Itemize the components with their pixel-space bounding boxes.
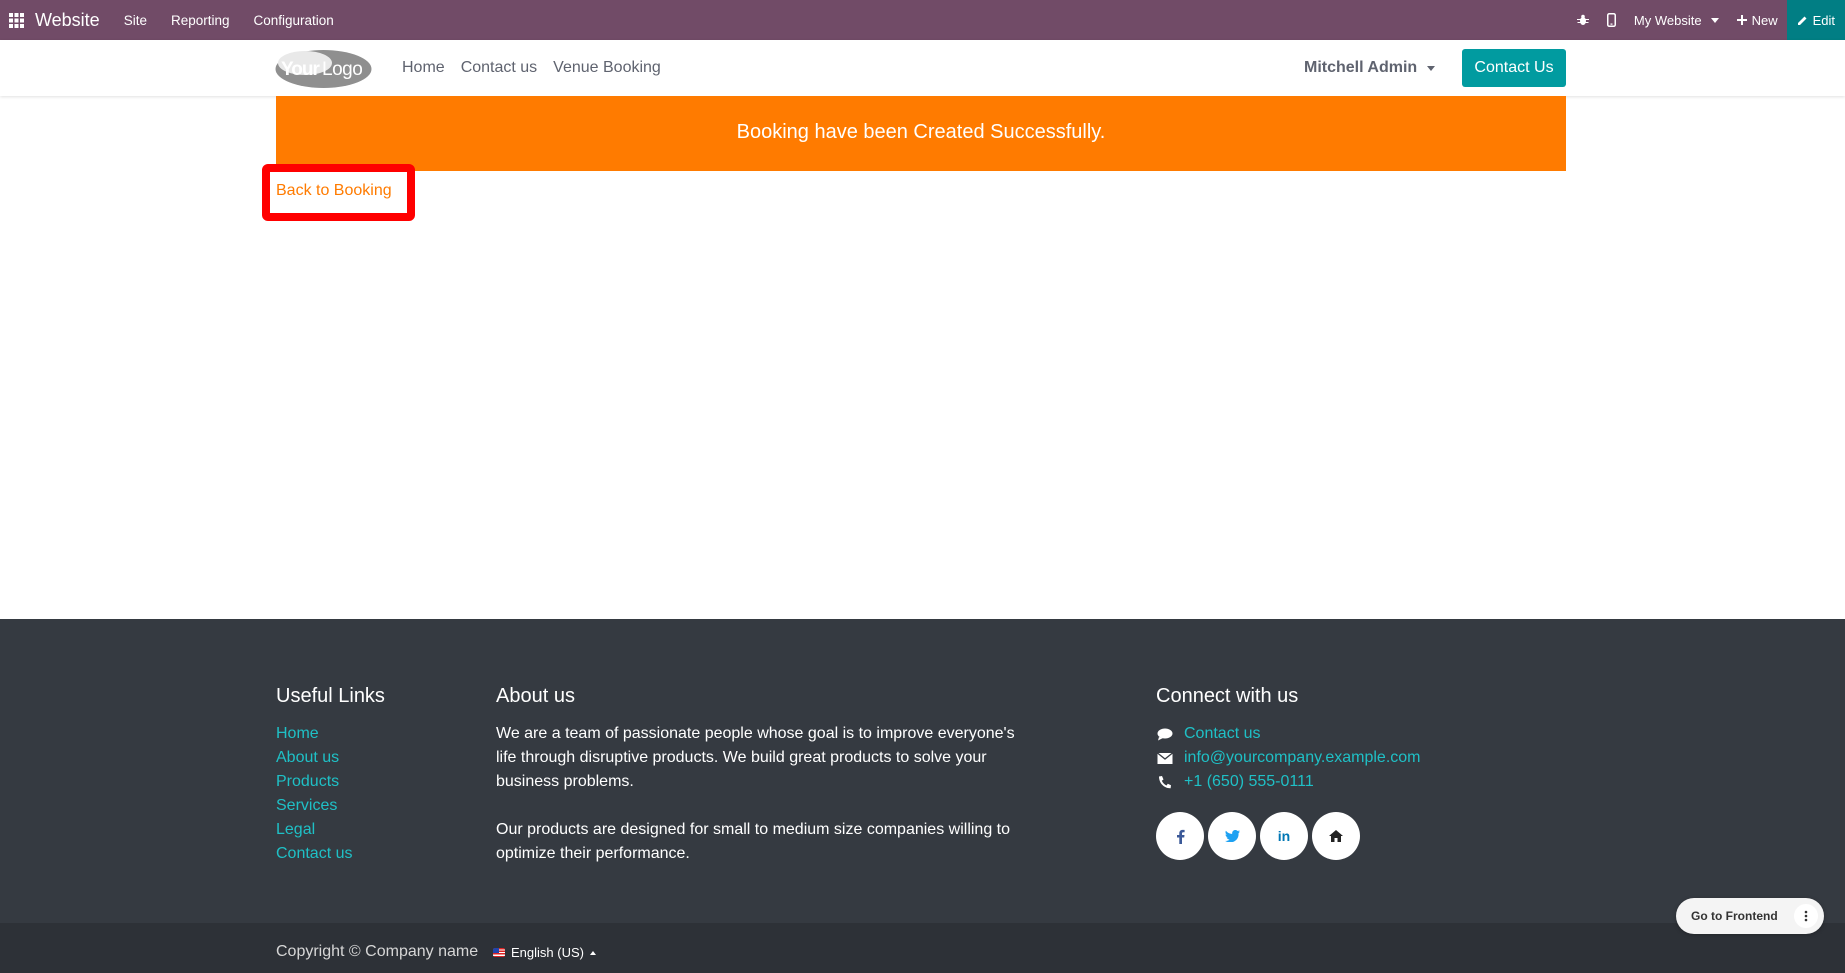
apps-menu-icon[interactable] [0, 0, 32, 40]
debug-bug-icon[interactable] [1568, 0, 1598, 40]
company-logo[interactable]: Your Logo [275, 49, 372, 89]
back-to-booking-link[interactable]: Back to Booking [276, 182, 392, 200]
success-banner: Booking have been Created Successfully. [276, 96, 1566, 171]
website-selector-label: My Website [1633, 12, 1702, 28]
facebook-icon[interactable] [1156, 812, 1204, 860]
phone-icon [1159, 776, 1171, 789]
chevron-down-icon [1427, 65, 1436, 71]
home-icon[interactable] [1312, 812, 1360, 860]
connect-email-row[interactable]: info@yourcompany.example.com [1156, 746, 1421, 770]
connect-title: Connect with us [1156, 685, 1299, 707]
menu-configuration[interactable]: Configuration [242, 13, 346, 28]
envelope-icon [1157, 752, 1173, 764]
footer-link-home[interactable]: Home [276, 722, 385, 746]
copyright-bar: Copyright © Company name English (US) [0, 923, 1845, 973]
connect-email-link[interactable]: info@yourcompany.example.com [1184, 746, 1421, 770]
connect-phone-link[interactable]: +1 (650) 555-0111 [1184, 770, 1314, 794]
new-label: New [1751, 12, 1778, 28]
footer-link-legal[interactable]: Legal [276, 818, 385, 842]
menu-reporting[interactable]: Reporting [159, 13, 242, 28]
success-message: Booking have been Created Successfully. [736, 121, 1106, 143]
main-nav: Home Contact us Venue Booking [402, 40, 661, 96]
about-us-title: About us [496, 685, 575, 707]
footer-link-products[interactable]: Products [276, 770, 385, 794]
chevron-up-icon [589, 950, 596, 955]
plus-icon [1736, 15, 1747, 25]
language-label: English (US) [511, 945, 584, 960]
footer-link-about-us[interactable]: About us [276, 746, 385, 770]
connect-section: Connect with us Contact us info@yourcomp… [1156, 685, 1421, 860]
about-us-paragraph-2: Our products are designed for small to m… [496, 821, 1011, 862]
useful-links-section: Useful Links Home About us Products Serv… [276, 685, 385, 866]
social-links: in [1156, 812, 1421, 860]
connect-contact-link[interactable]: Contact us [1184, 722, 1260, 746]
menu-site[interactable]: Site [112, 13, 159, 28]
user-name: Mitchell Admin [1304, 59, 1418, 76]
useful-links-title: Useful Links [276, 685, 385, 707]
connect-phone-row[interactable]: +1 (650) 555-0111 [1156, 770, 1421, 794]
edit-button[interactable]: Edit [1786, 0, 1845, 40]
language-selector[interactable]: English (US) [493, 945, 596, 960]
website-header: Your Logo Home Contact us Venue Booking … [0, 40, 1845, 96]
linkedin-icon[interactable]: in [1260, 812, 1308, 860]
go-to-frontend-widget: Go to Frontend [1676, 898, 1824, 934]
copyright-text: Copyright © Company name [276, 943, 479, 960]
nav-home[interactable]: Home [402, 59, 445, 77]
website-selector[interactable]: My Website [1625, 0, 1728, 40]
backend-navbar: Website Site Reporting Configuration My … [0, 0, 1845, 40]
about-us-paragraph-1: We are a team of passionate people whose… [496, 725, 1015, 790]
twitter-icon[interactable] [1208, 812, 1256, 860]
contact-us-button[interactable]: Contact Us [1462, 49, 1566, 87]
go-to-frontend-button[interactable]: Go to Frontend [1676, 909, 1792, 923]
footer: Useful Links Home About us Products Serv… [0, 619, 1845, 923]
footer-link-services[interactable]: Services [276, 794, 385, 818]
comment-icon [1157, 728, 1173, 741]
app-name[interactable]: Website [35, 10, 100, 31]
more-options-icon[interactable] [1794, 904, 1818, 928]
footer-link-contact-us[interactable]: Contact us [276, 842, 385, 866]
svg-text:Your: Your [281, 59, 320, 80]
nav-venue-booking[interactable]: Venue Booking [553, 59, 661, 77]
connect-contact-row[interactable]: Contact us [1156, 722, 1421, 746]
svg-text:Logo: Logo [322, 59, 362, 80]
mobile-preview-icon[interactable] [1598, 0, 1625, 40]
user-menu[interactable]: Mitchell Admin [1304, 40, 1436, 96]
nav-contact-us[interactable]: Contact us [461, 59, 537, 77]
pencil-icon [1797, 16, 1807, 25]
chevron-down-icon [1710, 17, 1719, 23]
edit-label: Edit [1812, 12, 1835, 28]
about-us-section: About us We are a team of passionate peo… [496, 685, 1026, 890]
us-flag-icon [493, 948, 505, 957]
new-button[interactable]: New [1728, 0, 1787, 40]
